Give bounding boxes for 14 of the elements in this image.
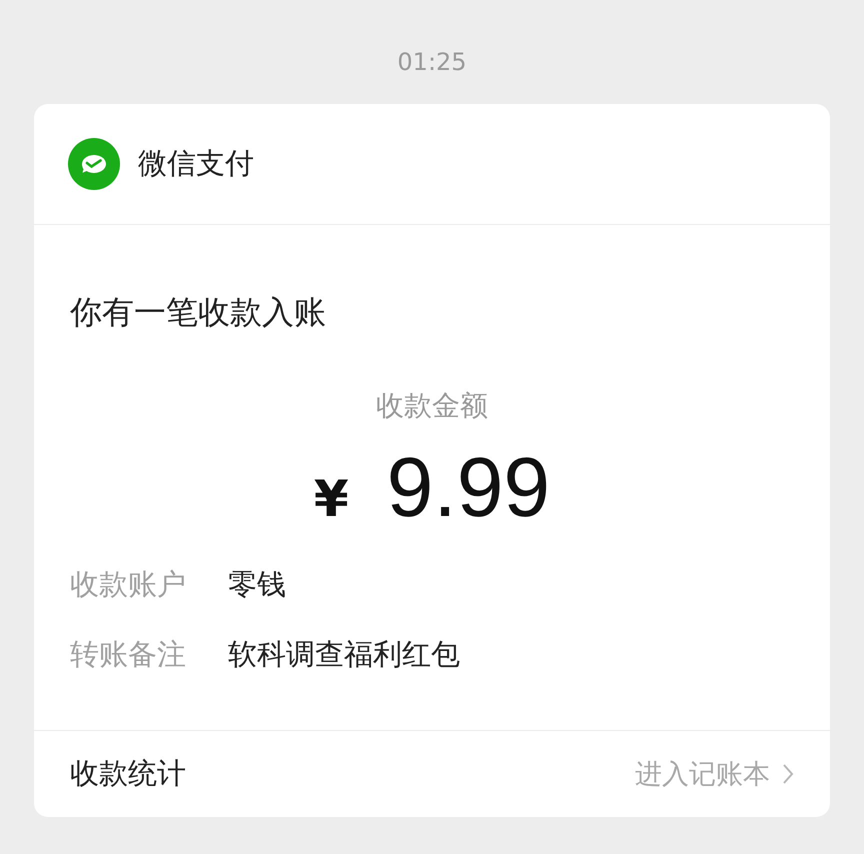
timestamp: 01:25 xyxy=(396,47,468,78)
field-label: 收款账户 xyxy=(70,566,186,603)
field-value: 软科调查福利红包 xyxy=(228,636,460,673)
wechat-pay-logo-icon xyxy=(68,138,120,190)
chevron-right-icon xyxy=(782,763,794,785)
message-headline: 你有一笔收款入账 xyxy=(70,292,327,333)
amount-label: 收款金额 xyxy=(375,388,489,424)
field-label: 转账备注 xyxy=(70,636,186,673)
ledger-link[interactable]: 进入记账本 xyxy=(635,756,794,792)
app-name: 微信支付 xyxy=(138,145,254,182)
currency-symbol: ¥ xyxy=(314,470,349,528)
amount-value: 9.99 xyxy=(386,439,550,536)
field-value: 零钱 xyxy=(228,566,286,603)
footer-label: 收款统计 xyxy=(70,755,186,792)
